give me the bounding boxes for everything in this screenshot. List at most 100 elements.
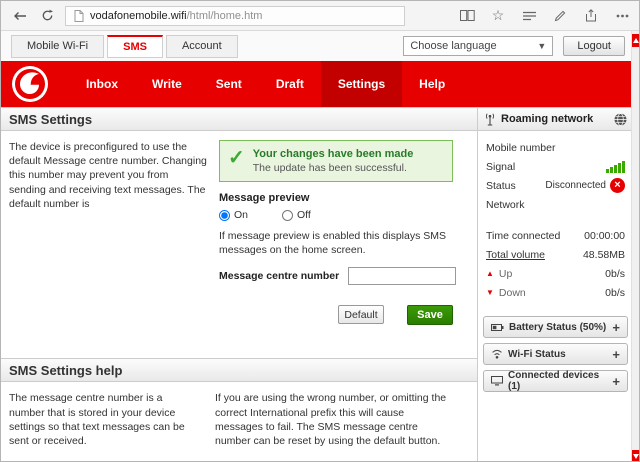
refresh-icon[interactable] — [38, 7, 56, 25]
url-path: /html/home.htm — [186, 9, 263, 22]
connected-devices-accordion[interactable]: Connected devices (1) + — [483, 370, 628, 392]
page-content: SMS Settings The device is preconfigured… — [1, 107, 633, 461]
scroll-up-arrow-icon — [633, 38, 639, 43]
web-note-icon[interactable] — [551, 7, 569, 25]
disconnected-x-icon: × — [610, 178, 625, 193]
help-column-2: If you are using the wrong number, or om… — [215, 392, 447, 447]
centre-number-row: Message centre number — [219, 267, 457, 286]
message-preview-label: Message preview — [219, 192, 310, 204]
success-message: ✓ Your changes have been made The update… — [219, 140, 453, 182]
nav-help[interactable]: Help — [402, 61, 462, 107]
tab-label: Mobile Wi-Fi — [27, 40, 89, 52]
language-dropdown[interactable]: Choose language ▼ — [403, 36, 554, 56]
reading-view-icon[interactable] — [458, 7, 476, 25]
upload-arrow-icon: ▲ — [486, 269, 494, 278]
address-bar[interactable]: vodafonemobile.wifi/html/home.htm — [65, 5, 405, 26]
favorites-star-icon[interactable]: ☆ — [489, 7, 507, 25]
radio-on-label: On — [234, 209, 249, 221]
upload-rate-row: ▲ Up 0b/s — [486, 264, 625, 283]
radio-on-option[interactable]: On — [219, 209, 248, 221]
antenna-icon — [484, 113, 496, 126]
nav-settings[interactable]: Settings — [320, 61, 403, 107]
message-preview-radios: On Off — [219, 209, 453, 221]
settings-intro-text: The device is preconfigured to use the d… — [9, 141, 207, 210]
back-icon[interactable] — [11, 7, 29, 25]
browser-action-icons: ☆ — [458, 7, 631, 25]
header-controls: Choose language ▼ Logout — [403, 36, 639, 56]
battery-status-accordion[interactable]: Battery Status (50%) + — [483, 316, 628, 338]
success-text-block: Your changes have been made The update h… — [253, 148, 414, 174]
status-sidebar: Roaming network Mobile number Signal Sta… — [478, 107, 633, 461]
url-host: vodafonemobile.wifi — [90, 9, 187, 22]
message-preview-off-radio[interactable] — [282, 209, 294, 221]
vertical-scrollbar[interactable] — [631, 31, 639, 461]
vodafone-logo[interactable] — [11, 65, 49, 103]
total-volume-row: Total volume 48.58MB — [486, 245, 625, 264]
share-icon[interactable] — [582, 7, 600, 25]
preview-help-text: If message preview is enabled this displ… — [219, 230, 447, 257]
upload-value: 0b/s — [605, 267, 625, 280]
sms-settings-section: The device is preconfigured to use the d… — [1, 131, 477, 334]
page-icon — [73, 7, 84, 25]
tab-account[interactable]: Account — [165, 34, 238, 58]
help-title: SMS Settings help — [9, 362, 123, 378]
page-title: SMS Settings — [9, 111, 93, 127]
roaming-network-header: Roaming network — [478, 107, 633, 131]
signal-row: Signal — [486, 157, 625, 176]
default-button[interactable]: Default — [338, 305, 384, 325]
nav-write[interactable]: Write — [135, 61, 199, 107]
main-nav-bar: Inbox Write Sent Draft Settings Help — [1, 61, 633, 107]
network-row: Network — [486, 195, 625, 214]
tab-label: SMS — [123, 40, 147, 53]
sidebar-accordions: Battery Status (50%) + Wi-Fi Status + Co… — [478, 316, 633, 392]
download-arrow-icon: ▼ — [486, 288, 494, 297]
tab-label: Account — [181, 40, 222, 52]
message-preview-on-radio[interactable] — [219, 209, 230, 221]
nav-sent[interactable]: Sent — [199, 61, 259, 107]
wifi-status-accordion[interactable]: Wi-Fi Status + — [483, 343, 628, 365]
page-tab-bar: Mobile Wi-Fi SMS Account Choose language… — [1, 31, 639, 61]
network-status-list: Mobile number Signal Status Disconnected… — [478, 131, 633, 302]
nav-inbox[interactable]: Inbox — [69, 61, 135, 107]
upload-label: Up — [498, 267, 513, 280]
signal-bars-icon — [606, 160, 625, 173]
browser-toolbar: vodafonemobile.wifi/html/home.htm ☆ — [1, 1, 639, 31]
hub-icon[interactable] — [520, 7, 538, 25]
expand-plus-icon: + — [612, 319, 620, 335]
globe-icon[interactable] — [614, 112, 627, 126]
scroll-down-button[interactable] — [632, 450, 639, 461]
status-label: Status — [486, 179, 516, 192]
save-button[interactable]: Save — [407, 305, 453, 326]
language-dropdown-value: Choose language — [410, 40, 497, 52]
time-connected-row: Time connected 00:00:00 — [486, 226, 625, 245]
download-label: Down — [498, 286, 526, 299]
scroll-up-button[interactable] — [632, 34, 639, 47]
expand-plus-icon: + — [612, 346, 620, 362]
help-column-1: The message centre number is a number th… — [9, 392, 185, 447]
mobile-number-row: Mobile number — [486, 138, 625, 157]
tab-mobile-wifi[interactable]: Mobile Wi-Fi — [11, 34, 105, 58]
time-connected-label: Time connected — [486, 229, 561, 242]
total-volume-link[interactable]: Total volume — [486, 249, 545, 261]
centre-number-label: Message centre number — [219, 270, 340, 283]
logout-button[interactable]: Logout — [563, 36, 625, 56]
download-value: 0b/s — [605, 286, 625, 299]
sidebar-title: Roaming network — [501, 113, 594, 125]
centre-number-input[interactable] — [348, 267, 457, 286]
nav-draft[interactable]: Draft — [259, 61, 321, 107]
scroll-down-arrow-icon — [633, 454, 639, 459]
success-title: Your changes have been made — [252, 148, 414, 160]
radio-off-label: Off — [297, 209, 311, 221]
more-icon[interactable] — [613, 7, 631, 25]
download-rate-row: ▼ Down 0b/s — [486, 283, 625, 302]
devices-icon — [491, 376, 503, 386]
time-connected-value: 00:00:00 — [584, 229, 625, 242]
url-text: vodafonemobile.wifi/html/home.htm — [90, 10, 262, 22]
chevron-down-icon: ▼ — [537, 41, 547, 51]
battery-icon — [491, 323, 504, 332]
tab-sms[interactable]: SMS — [107, 34, 163, 58]
radio-off-option[interactable]: Off — [282, 209, 311, 221]
accordion-label: Battery Status (50%) — [509, 321, 607, 333]
expand-plus-icon: + — [612, 373, 620, 389]
form-buttons: Default Save — [219, 305, 453, 326]
